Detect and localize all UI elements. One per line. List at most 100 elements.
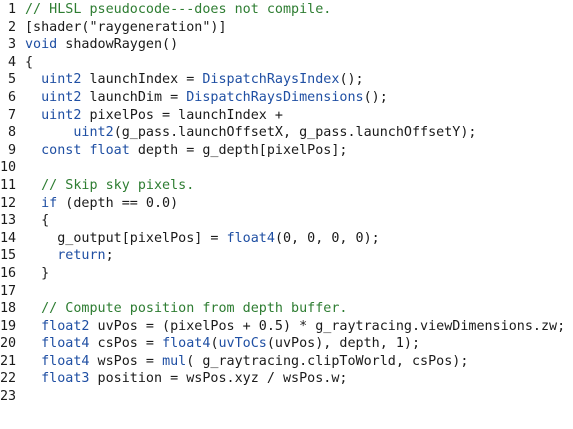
line-number: 17 bbox=[0, 283, 17, 299]
code-token-keyword: float bbox=[89, 142, 130, 158]
code-line: 14 g_output[pixelPos] = float4(0, 0, 0, … bbox=[0, 230, 573, 248]
code-token-plain: launchIndex = bbox=[81, 72, 203, 88]
code-token-plain: uvPos = (pixelPos + 0.5) * g_raytracing.… bbox=[89, 318, 566, 334]
code-token-keyword: uint2 bbox=[73, 125, 114, 141]
code-token-keyword: void bbox=[25, 37, 58, 53]
code-line: 21 float4 wsPos = mul( g_raytracing.clip… bbox=[0, 353, 573, 371]
line-number: 23 bbox=[0, 389, 17, 405]
line-number: 8 bbox=[7, 125, 16, 141]
line-number: 14 bbox=[0, 230, 17, 246]
code-token-plain: [shader("raygeneration")] bbox=[25, 19, 227, 35]
code-token-func: DispatchRaysDimensions bbox=[186, 89, 364, 105]
code-line: 4{ bbox=[0, 54, 573, 72]
line-number: 15 bbox=[0, 248, 17, 264]
code-text: float2 uvPos = (pixelPos + 0.5) * g_rayt… bbox=[16, 318, 565, 336]
code-token-plain: position = wsPos.xyz / wsPos.w; bbox=[89, 371, 348, 387]
code-line: 2 [shader("raygeneration")] bbox=[0, 19, 573, 37]
code-text: float4 wsPos = mul( g_raytracing.clipToW… bbox=[16, 353, 468, 371]
code-token-plain: (uvPos), depth, 1); bbox=[266, 336, 421, 352]
code-text: // Compute position from depth buffer. bbox=[16, 300, 347, 318]
code-line: 6 uint2 launchDim = DispatchRaysDimensio… bbox=[0, 89, 573, 107]
line-number: 9 bbox=[7, 142, 16, 158]
line-number: 13 bbox=[0, 213, 17, 229]
code-text: if (depth == 0.0) bbox=[16, 195, 178, 213]
code-line: 16 } bbox=[0, 265, 573, 283]
code-token-plain: launchDim = bbox=[81, 89, 187, 105]
code-token-plain: { bbox=[41, 213, 50, 229]
line-number: 5 bbox=[7, 72, 16, 88]
code-line: 10 bbox=[0, 159, 573, 177]
code-token-func: DispatchRaysIndex bbox=[202, 72, 340, 88]
code-token-keyword: uint2 bbox=[41, 89, 82, 105]
code-text: [shader("raygeneration")] bbox=[16, 19, 227, 37]
code-line: 13 { bbox=[0, 212, 573, 230]
line-number: 16 bbox=[0, 265, 17, 281]
code-text: // Skip sky pixels. bbox=[16, 177, 194, 195]
code-text: float3 position = wsPos.xyz / wsPos.w; bbox=[16, 370, 347, 388]
code-line: 7 uint2 pixelPos = launchIndex + bbox=[0, 107, 573, 125]
code-text: uint2 pixelPos = launchIndex + bbox=[16, 107, 283, 125]
line-number: 1 bbox=[7, 2, 16, 17]
code-token-keyword: float3 bbox=[41, 371, 90, 387]
code-token-plain: depth = g_depth[pixelPos]; bbox=[129, 142, 348, 158]
code-line: 18 // Compute position from depth buffer… bbox=[0, 300, 573, 318]
code-token-keyword: uint2 bbox=[41, 72, 82, 88]
line-number: 7 bbox=[7, 107, 16, 123]
code-text: } bbox=[16, 265, 49, 283]
code-token-func: uvToCs bbox=[218, 336, 267, 352]
line-number: 4 bbox=[7, 54, 16, 70]
code-text: const float depth = g_depth[pixelPos]; bbox=[16, 142, 347, 160]
code-line: 22 float3 position = wsPos.xyz / wsPos.w… bbox=[0, 370, 573, 388]
code-token-comment: // Skip sky pixels. bbox=[41, 177, 195, 193]
code-line: 11 // Skip sky pixels. bbox=[0, 177, 573, 195]
code-line: 3 void shadowRaygen() bbox=[0, 36, 573, 54]
code-token-plain: ( g_raytracing.clipToWorld, csPos); bbox=[186, 353, 469, 369]
code-token-plain: (); bbox=[363, 89, 388, 105]
line-number: 19 bbox=[0, 318, 17, 334]
code-listing: 1 // HLSL pseudocode---does not compile. 2… bbox=[0, 1, 573, 406]
line-number: 21 bbox=[0, 353, 17, 369]
code-token-plain: shadowRaygen() bbox=[57, 37, 179, 53]
code-token-plain: (0, 0, 0, 0); bbox=[274, 230, 380, 246]
code-token-keyword: const bbox=[41, 142, 82, 158]
code-text: uint2 launchDim = DispatchRaysDimensions… bbox=[16, 89, 388, 107]
code-token-plain: (depth == 0.0) bbox=[57, 195, 179, 211]
code-line: 9 const float depth = g_depth[pixelPos]; bbox=[0, 142, 573, 160]
code-text: uint2(g_pass.launchOffsetX, g_pass.launc… bbox=[16, 124, 476, 142]
code-text: g_output[pixelPos] = float4(0, 0, 0, 0); bbox=[16, 230, 380, 248]
line-number: 18 bbox=[0, 301, 17, 317]
line-number: 22 bbox=[0, 371, 17, 387]
code-line: 20 float4 csPos = float4(uvToCs(uvPos), … bbox=[0, 335, 573, 353]
code-token-comment: // HLSL pseudocode---does not compile. bbox=[25, 2, 332, 17]
code-line: 17 bbox=[0, 283, 573, 301]
code-token-comment: // Compute position from depth buffer. bbox=[41, 301, 348, 317]
code-token-plain: g_output[pixelPos] = bbox=[57, 230, 227, 246]
code-text: return; bbox=[16, 247, 113, 265]
code-token-plain: } bbox=[41, 265, 50, 281]
code-token-keyword: if bbox=[41, 195, 58, 211]
code-token-plain: ( bbox=[210, 336, 219, 352]
line-number: 20 bbox=[0, 336, 17, 352]
code-line: 5 uint2 launchIndex = DispatchRaysIndex(… bbox=[0, 71, 573, 89]
code-line: 8 uint2(g_pass.launchOffsetX, g_pass.lau… bbox=[0, 124, 573, 142]
line-number: 2 bbox=[7, 19, 16, 35]
code-token-plain: csPos = bbox=[89, 336, 163, 352]
code-token-plain: { bbox=[25, 54, 34, 70]
